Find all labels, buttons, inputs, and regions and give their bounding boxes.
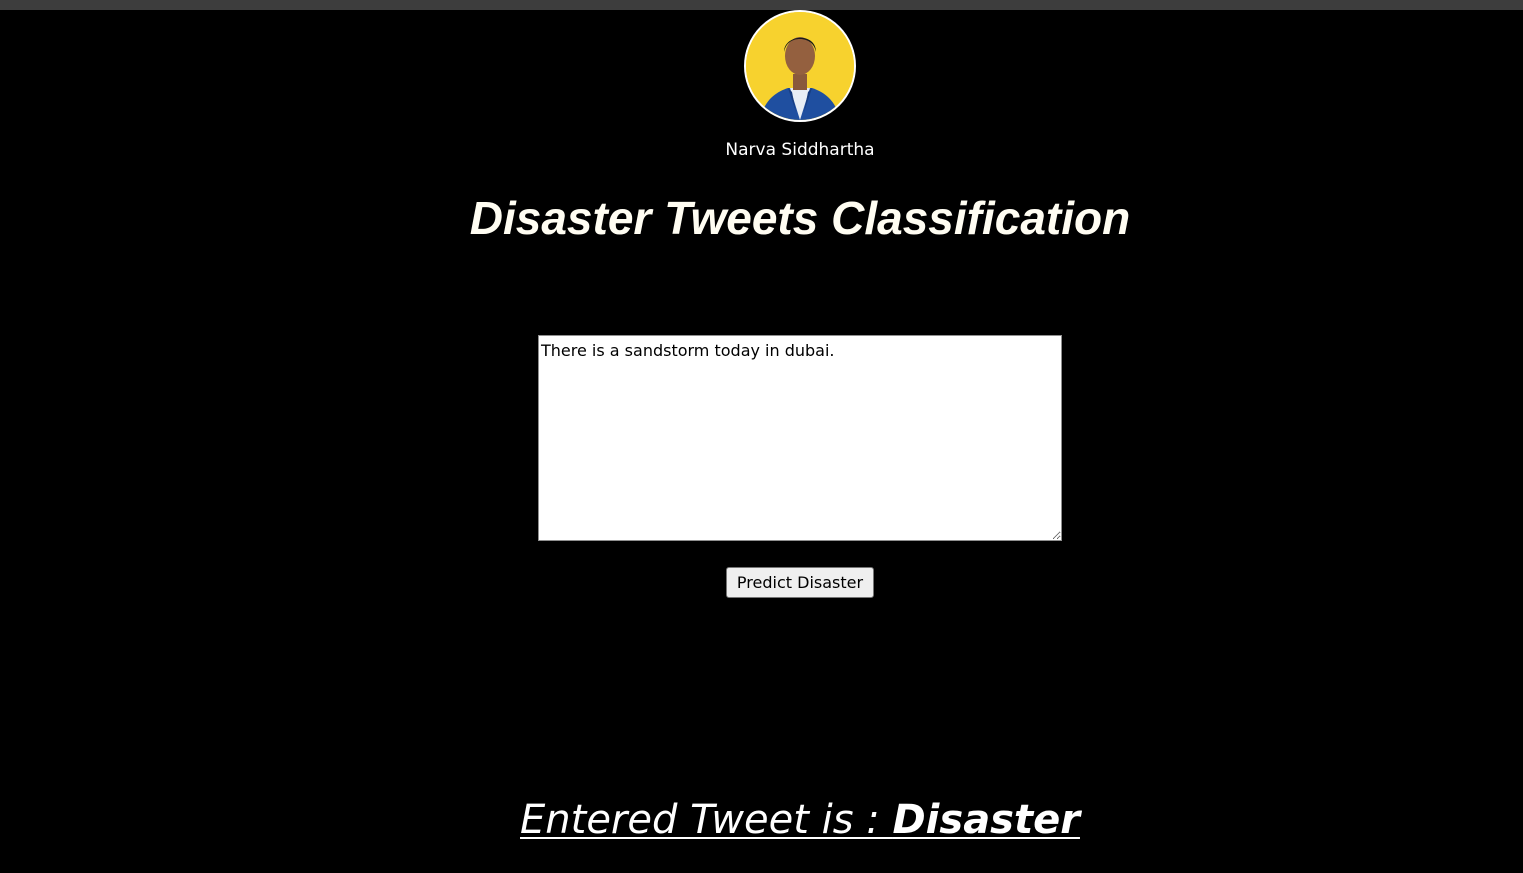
author-name: Narva Siddhartha — [725, 140, 875, 160]
profile-photo-icon — [746, 12, 854, 120]
page-title: Disaster Tweets Classification — [469, 192, 1131, 244]
tweet-input[interactable]: There is a sandstorm today in dubai. — [538, 335, 1062, 541]
prediction-result: Entered Tweet is : Disaster — [0, 793, 1523, 847]
browser-top-strip — [0, 0, 1523, 10]
result-prefix: Entered Tweet is : — [520, 797, 893, 843]
result-value: Disaster — [892, 797, 1080, 843]
avatar — [744, 10, 856, 122]
predict-disaster-button[interactable]: Predict Disaster — [726, 567, 874, 598]
